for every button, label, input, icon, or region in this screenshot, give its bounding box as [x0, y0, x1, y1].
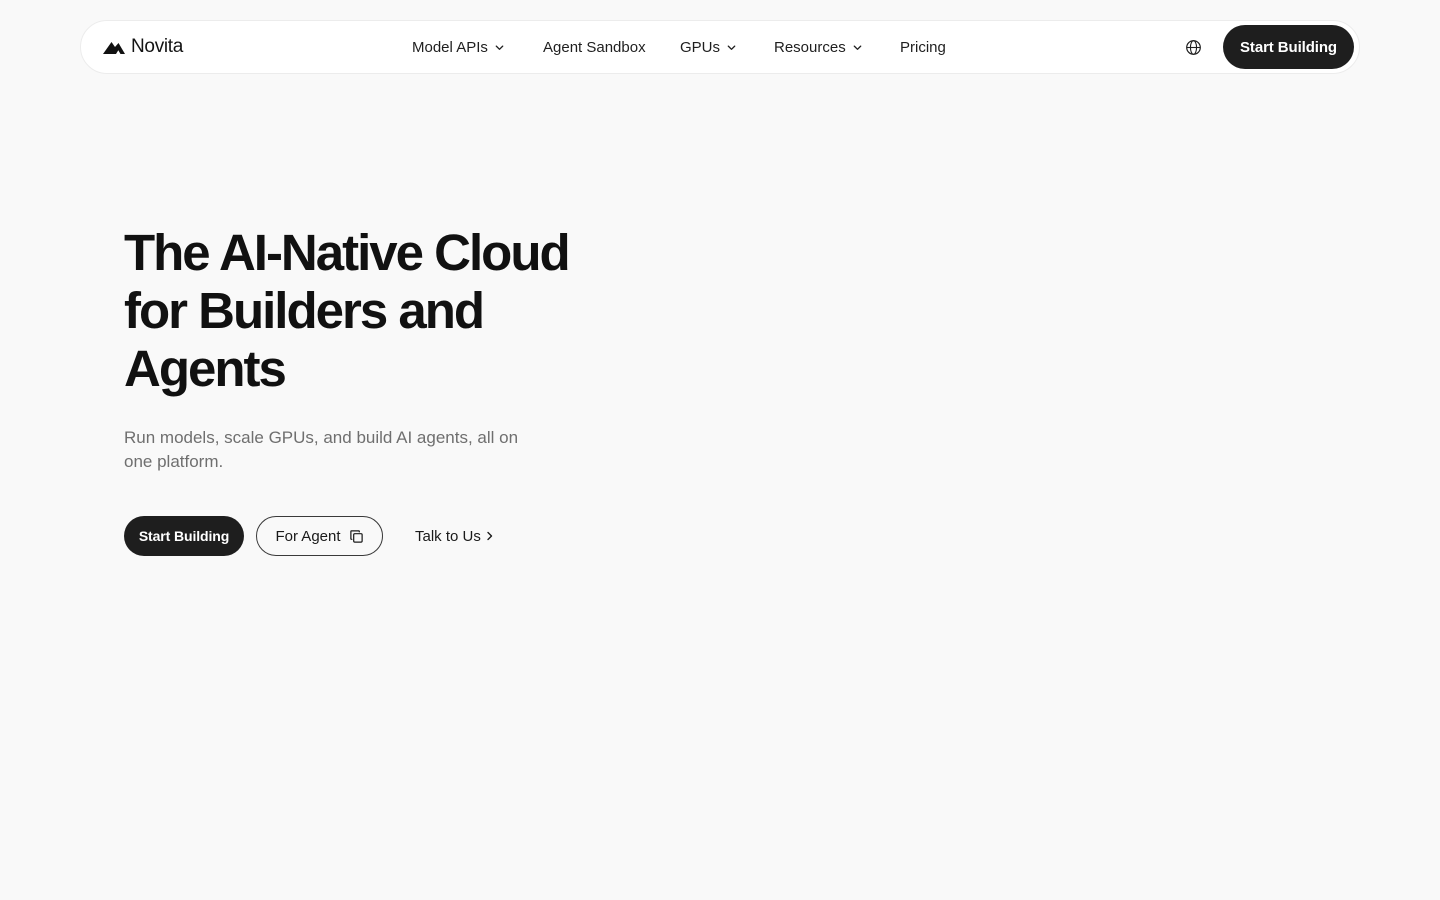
hero-title-line: The AI-Native Cloud — [124, 224, 571, 281]
talk-to-us-label: Talk to Us — [415, 527, 481, 545]
primary-nav: Model APIs Agent Sandbox GPUs Resources … — [81, 21, 1359, 73]
chevron-down-icon — [495, 44, 504, 50]
language-selector-button[interactable] — [1183, 37, 1203, 57]
nav-item-agent-sandbox[interactable]: Agent Sandbox — [543, 21, 646, 73]
nav-start-building-button[interactable]: Start Building — [1223, 25, 1354, 69]
nav-item-resources[interactable]: Resources — [774, 21, 863, 73]
for-agent-button[interactable]: For Agent — [256, 516, 383, 556]
nav-item-label: GPUs — [680, 38, 721, 56]
copy-icon — [349, 529, 363, 543]
chevron-down-icon — [727, 44, 736, 50]
hero-actions: Start Building For Agent Talk to Us — [124, 516, 544, 556]
nav-item-pricing[interactable]: Pricing — [900, 21, 946, 73]
chevron-right-icon — [487, 531, 493, 541]
globe-icon — [1185, 39, 1201, 55]
hero-subtitle: Run models, scale GPUs, and build AI age… — [124, 428, 519, 471]
nav-item-label: Agent Sandbox — [543, 38, 646, 56]
nav-item-model-apis[interactable]: Model APIs — [412, 21, 505, 73]
top-navbar: Novita Model APIs Agent Sandbox GPUs Res… — [80, 20, 1360, 74]
nav-item-gpus[interactable]: GPUs — [680, 21, 737, 73]
hero-title-line: Agents — [124, 340, 287, 397]
chevron-down-icon — [853, 44, 862, 50]
hero-start-building-button[interactable]: Start Building — [124, 516, 244, 556]
hero-title: The AI-Native Cloud for Builders and Age… — [124, 224, 624, 398]
hero-title-line: for Builders and — [124, 282, 485, 339]
for-agent-label: For Agent — [275, 527, 341, 545]
talk-to-us-link[interactable]: Talk to Us — [415, 516, 495, 556]
nav-item-label: Model APIs — [412, 38, 488, 56]
nav-item-label: Resources — [774, 38, 846, 56]
hero-section: The AI-Native Cloud for Builders and Age… — [124, 224, 684, 474]
nav-item-label: Pricing — [900, 38, 946, 56]
